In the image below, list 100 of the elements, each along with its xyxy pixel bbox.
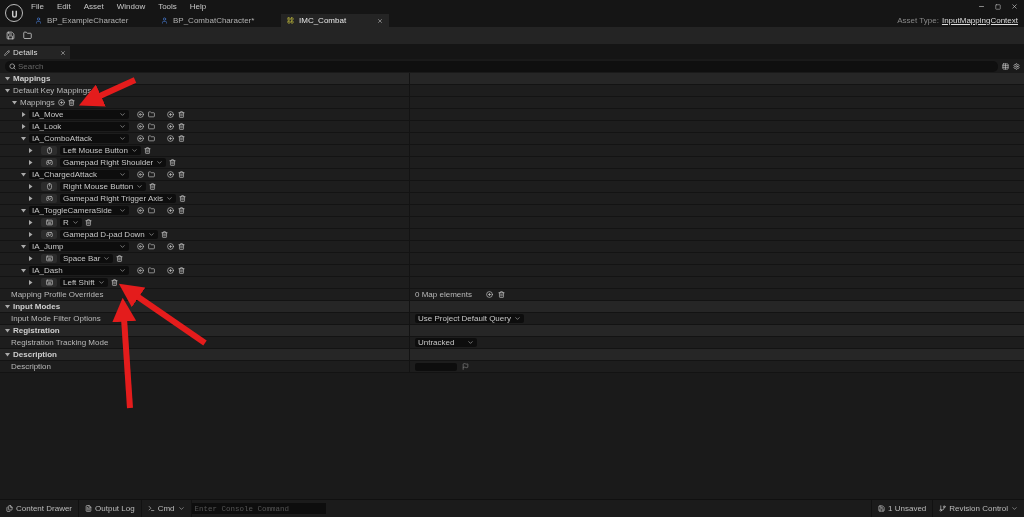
category-title[interactable]: Description: [13, 350, 57, 359]
table-icon[interactable]: [1002, 62, 1009, 70]
menu-item[interactable]: Edit: [56, 2, 71, 11]
key-selector-button[interactable]: [41, 146, 57, 155]
trash-icon[interactable]: [110, 279, 118, 286]
action-dropdown[interactable]: IA_Move: [29, 110, 129, 119]
add-icon[interactable]: [167, 207, 174, 214]
folder-icon[interactable]: [148, 207, 155, 214]
status-button[interactable]: Revision Control: [932, 500, 1024, 517]
close-icon[interactable]: [377, 17, 383, 24]
add-icon[interactable]: [167, 135, 174, 142]
trash-icon[interactable]: [178, 123, 185, 130]
trash-icon[interactable]: [178, 171, 185, 178]
key-selector-button[interactable]: [41, 158, 57, 167]
menu-item[interactable]: Tools: [158, 2, 177, 11]
status-button[interactable]: 1 Unsaved: [871, 500, 933, 517]
arrow-left-icon[interactable]: [137, 171, 144, 178]
search-field[interactable]: Search: [5, 60, 998, 72]
expander-icon[interactable]: [5, 76, 10, 81]
trash-icon[interactable]: [178, 267, 185, 274]
expander-icon[interactable]: [28, 280, 33, 285]
asset-type-link[interactable]: InputMappingContext: [941, 15, 1018, 25]
value-dropdown[interactable]: Untracked: [415, 338, 477, 347]
trash-icon[interactable]: [498, 291, 505, 298]
add-icon[interactable]: [167, 171, 174, 178]
add-icon[interactable]: [167, 267, 174, 274]
expander-icon[interactable]: [5, 88, 10, 93]
details-tab[interactable]: Details: [0, 46, 70, 59]
menu-item[interactable]: Asset: [83, 2, 104, 11]
key-selector-button[interactable]: [41, 218, 57, 227]
expander-icon[interactable]: [5, 328, 10, 333]
expander-icon[interactable]: [28, 196, 33, 201]
key-selector-button[interactable]: [41, 182, 57, 191]
save-icon[interactable]: [6, 31, 15, 40]
arrow-left-icon[interactable]: [137, 135, 144, 142]
add-icon[interactable]: [486, 291, 493, 298]
browse-icon[interactable]: [23, 31, 32, 40]
action-dropdown[interactable]: IA_Jump: [29, 242, 129, 251]
expander-icon[interactable]: [21, 268, 26, 273]
key-dropdown[interactable]: Left Shift: [60, 278, 108, 287]
add-icon[interactable]: [57, 99, 65, 106]
action-dropdown[interactable]: IA_ComboAttack: [29, 134, 129, 143]
trash-icon[interactable]: [169, 159, 177, 166]
expander-icon[interactable]: [21, 124, 26, 129]
expander-icon[interactable]: [5, 352, 10, 357]
close-icon[interactable]: [1011, 3, 1018, 10]
add-icon[interactable]: [167, 123, 174, 130]
expander-icon[interactable]: [21, 208, 26, 213]
category-title[interactable]: Mappings: [13, 74, 51, 83]
arrow-left-icon[interactable]: [137, 243, 144, 250]
key-selector-button[interactable]: [41, 230, 57, 239]
add-icon[interactable]: [167, 111, 174, 118]
action-dropdown[interactable]: IA_Dash: [29, 266, 129, 275]
trash-icon[interactable]: [179, 195, 187, 202]
expander-icon[interactable]: [21, 244, 26, 249]
editor-tab[interactable]: BP_CombatCharacter*: [155, 14, 273, 27]
settings-icon[interactable]: [1013, 62, 1020, 70]
status-button[interactable]: Content Drawer: [0, 500, 80, 517]
expander-icon[interactable]: [12, 100, 17, 105]
arrow-left-icon[interactable]: [137, 111, 144, 118]
trash-icon[interactable]: [178, 207, 185, 214]
trash-icon[interactable]: [149, 183, 157, 190]
trash-icon[interactable]: [143, 147, 151, 154]
expander-icon[interactable]: [28, 148, 33, 153]
arrow-left-icon[interactable]: [137, 123, 144, 130]
folder-icon[interactable]: [148, 135, 155, 142]
trash-icon[interactable]: [116, 255, 124, 262]
editor-tab[interactable]: IMC_Combat: [281, 14, 389, 27]
maximize-icon[interactable]: [995, 3, 1001, 10]
cmd-button[interactable]: Cmd: [141, 500, 192, 517]
expander-icon[interactable]: [21, 172, 26, 177]
status-button[interactable]: Output Log: [79, 500, 142, 517]
expander-icon[interactable]: [28, 220, 33, 225]
key-dropdown[interactable]: Gamepad D-pad Down: [60, 230, 158, 239]
action-dropdown[interactable]: IA_ToggleCameraSide: [29, 206, 129, 215]
folder-icon[interactable]: [148, 171, 155, 178]
expander-icon[interactable]: [21, 136, 26, 141]
key-dropdown[interactable]: Gamepad Right Trigger Axis: [60, 194, 177, 203]
key-selector-button[interactable]: [41, 278, 57, 287]
expander-icon[interactable]: [28, 160, 33, 165]
key-selector-button[interactable]: [41, 194, 57, 203]
key-selector-button[interactable]: [41, 254, 57, 263]
trash-icon[interactable]: [160, 231, 168, 238]
expander-icon[interactable]: [28, 256, 33, 261]
expander-icon[interactable]: [21, 112, 26, 117]
menu-item[interactable]: File: [31, 2, 44, 11]
arrow-left-icon[interactable]: [137, 207, 144, 214]
folder-icon[interactable]: [148, 123, 155, 130]
action-dropdown[interactable]: IA_Look: [29, 122, 129, 131]
key-dropdown[interactable]: Space Bar: [60, 254, 114, 263]
trash-icon[interactable]: [178, 135, 185, 142]
folder-icon[interactable]: [148, 267, 155, 274]
close-icon[interactable]: [60, 49, 66, 56]
minimize-icon[interactable]: [978, 3, 985, 10]
key-dropdown[interactable]: Left Mouse Button: [60, 146, 141, 155]
category-title[interactable]: Registration: [13, 326, 60, 335]
trash-icon[interactable]: [84, 219, 92, 226]
add-icon[interactable]: [167, 243, 174, 250]
action-dropdown[interactable]: IA_ChargedAttack: [29, 170, 129, 179]
trash-icon[interactable]: [178, 243, 185, 250]
